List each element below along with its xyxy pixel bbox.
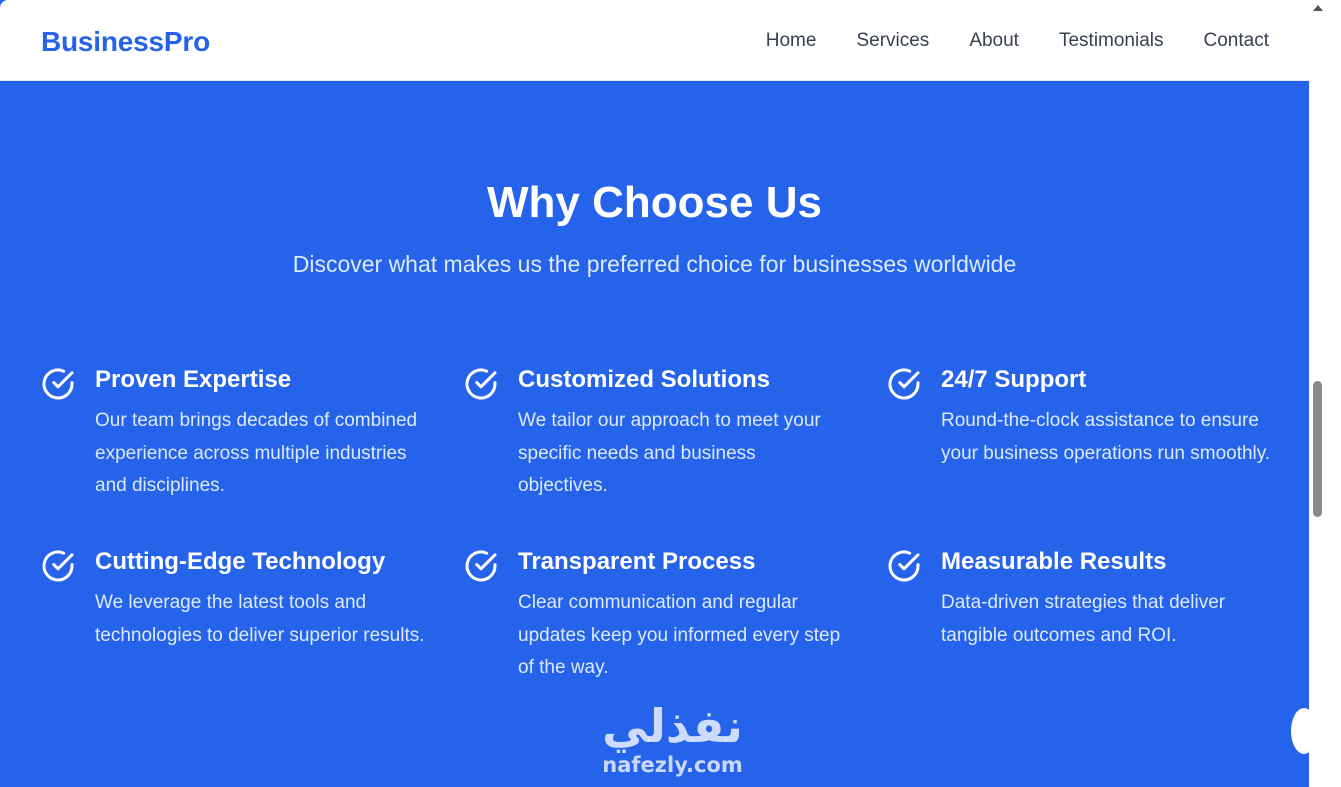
check-circle-icon xyxy=(42,550,74,582)
chat-widget-button[interactable] xyxy=(1291,708,1309,754)
check-circle-icon xyxy=(465,550,497,582)
feature-transparent-process: Transparent Process Clear communication … xyxy=(463,546,886,682)
feature-title: Cutting-Edge Technology xyxy=(95,548,386,575)
feature-text: Transparent Process Clear communication … xyxy=(518,546,848,685)
feature-text: Cutting-Edge Technology We leverage the … xyxy=(95,546,425,652)
check-circle-icon xyxy=(465,368,497,400)
watermark-latin-text: nafezly.com xyxy=(602,753,743,777)
section-title: Why Choose Us xyxy=(487,178,822,227)
features-grid: Proven Expertise Our team brings decades… xyxy=(40,364,1271,682)
feature-text: Measurable Results Data-driven strategie… xyxy=(941,546,1271,652)
feature-title: Measurable Results xyxy=(941,548,1167,575)
page-scrollbar[interactable] xyxy=(1309,0,1341,787)
nav-link-home[interactable]: Home xyxy=(766,30,817,52)
feature-title: 24/7 Support xyxy=(941,366,1087,393)
scrollbar-thumb[interactable] xyxy=(1313,381,1322,517)
feature-title: Transparent Process xyxy=(518,548,756,575)
watermark-arabic-text: نفذلي xyxy=(602,699,743,753)
feature-description: We tailor our approach to meet your spec… xyxy=(518,410,821,496)
feature-description: Our team brings decades of combined expe… xyxy=(95,410,418,496)
feature-cutting-edge-technology: Cutting-Edge Technology We leverage the … xyxy=(40,546,463,682)
feature-title: Proven Expertise xyxy=(95,366,292,393)
section-subtitle: Discover what makes us the preferred cho… xyxy=(292,251,1017,277)
feature-customized-solutions: Customized Solutions We tailor our appro… xyxy=(463,364,886,500)
scroll-up-arrow-icon[interactable] xyxy=(1313,5,1323,11)
feature-measurable-results: Measurable Results Data-driven strategie… xyxy=(886,546,1269,682)
feature-text: 24/7 Support Round-the-clock assistance … xyxy=(941,364,1271,470)
feature-proven-expertise: Proven Expertise Our team brings decades… xyxy=(40,364,463,500)
feature-description: Clear communication and regular updates … xyxy=(518,592,841,678)
brand-logo[interactable]: BusinessPro xyxy=(41,26,210,58)
navbar: BusinessPro Home Services About Testimon… xyxy=(0,0,1309,81)
nav-link-contact[interactable]: Contact xyxy=(1204,30,1269,52)
nav-links: Home Services About Testimonials Contact xyxy=(766,30,1269,52)
feature-text: Customized Solutions We tailor our appro… xyxy=(518,364,848,503)
feature-description: Data-driven strategies that deliver tang… xyxy=(941,592,1226,646)
feature-description: Round-the-clock assistance to ensure you… xyxy=(941,410,1271,464)
nav-link-about[interactable]: About xyxy=(969,30,1019,52)
nafezly-watermark: نفذلي nafezly.com xyxy=(590,700,755,778)
nav-link-services[interactable]: Services xyxy=(856,30,929,52)
feature-24-7-support: 24/7 Support Round-the-clock assistance … xyxy=(886,364,1271,500)
nav-link-testimonials[interactable]: Testimonials xyxy=(1059,30,1164,52)
feature-text: Proven Expertise Our team brings decades… xyxy=(95,364,425,503)
feature-description: We leverage the latest tools and technol… xyxy=(95,592,425,646)
page-viewport: BusinessPro Home Services About Testimon… xyxy=(0,0,1309,787)
check-circle-icon xyxy=(42,368,74,400)
check-circle-icon xyxy=(888,550,920,582)
feature-title: Customized Solutions xyxy=(518,366,770,393)
check-circle-icon xyxy=(888,368,920,400)
